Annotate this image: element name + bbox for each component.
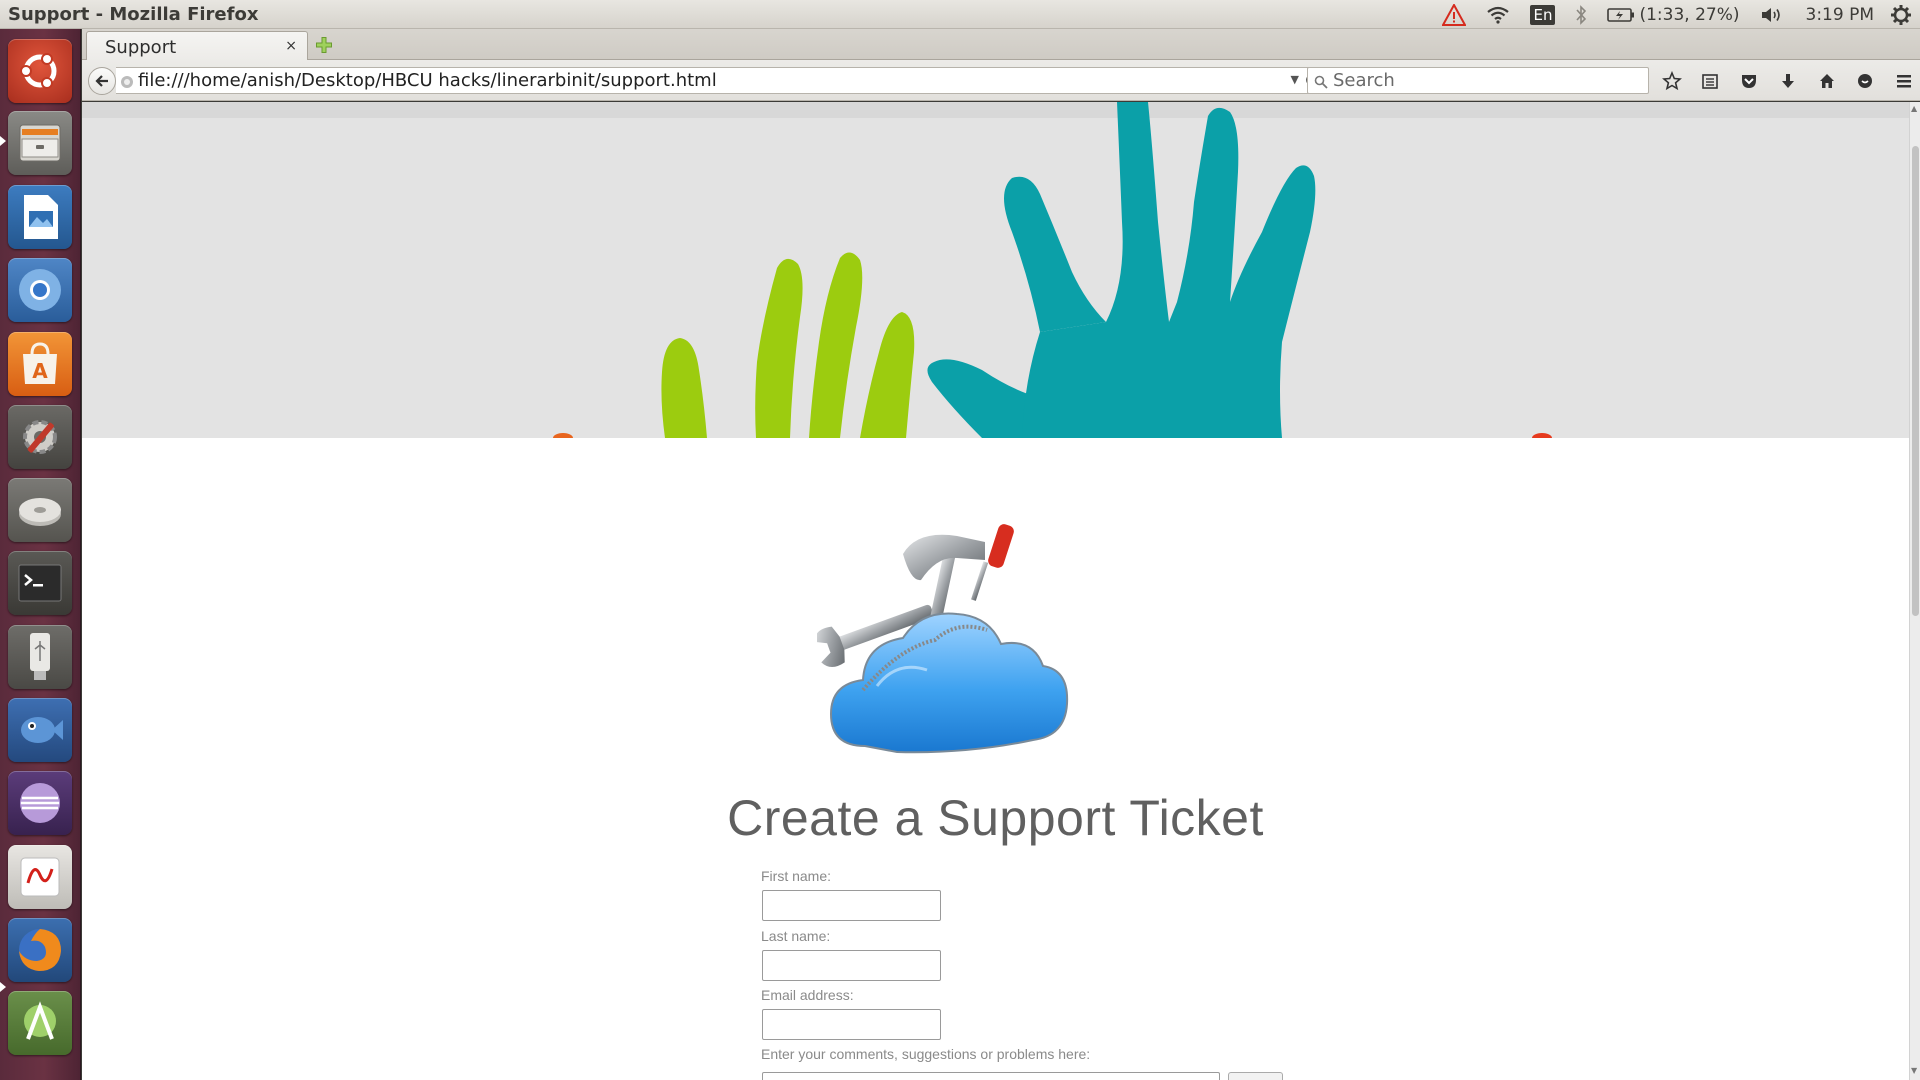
page-title: Create a Support Ticket [727, 790, 1264, 846]
launcher-chromium[interactable] [8, 258, 72, 322]
launcher-software-center[interactable]: A [8, 332, 72, 396]
launcher-system-settings[interactable] [8, 405, 72, 469]
launcher-usb-drive[interactable] [8, 625, 72, 689]
battery-text: (1:33, 27%) [1639, 4, 1740, 25]
launcher-libreoffice-impress[interactable] [8, 185, 72, 249]
warning-icon[interactable] [1432, 0, 1476, 29]
shopping-bag-icon: A [23, 342, 57, 384]
last-name-input[interactable] [762, 950, 941, 981]
indicator-area: En (1:33, 27%) 3:19 PM [1432, 0, 1920, 29]
launcher-eclipse[interactable] [8, 771, 72, 835]
url-text[interactable]: file:///home/anish/Desktop/HBCU hacks/li… [138, 70, 717, 91]
first-name-input[interactable] [762, 890, 941, 921]
launcher-ubuntu-dash[interactable] [8, 39, 72, 103]
tab-label: Support [105, 37, 177, 58]
hard-disk-icon [19, 498, 61, 526]
comments-label: Enter your comments, suggestions or prob… [761, 1046, 1091, 1062]
comments-textarea[interactable] [762, 1072, 1220, 1080]
launcher-disk[interactable] [8, 478, 72, 542]
first-name-label: First name: [761, 868, 832, 884]
launcher-empathy[interactable] [8, 698, 72, 762]
launcher: A [0, 29, 81, 1080]
volume-icon[interactable] [1750, 0, 1794, 29]
bluetooth-icon[interactable] [1565, 0, 1597, 29]
back-arrow-icon [95, 75, 108, 87]
launcher-adobe-reader[interactable] [8, 845, 72, 909]
scrollbar-thumb[interactable] [1912, 146, 1919, 616]
home-icon[interactable] [1815, 69, 1839, 93]
wifi-icon[interactable] [1476, 0, 1520, 29]
url-bar[interactable]: file:///home/anish/Desktop/HBCU hacks/li… [116, 67, 1328, 94]
hero-banner [82, 102, 1909, 438]
launcher-firefox[interactable] [8, 918, 72, 982]
ubuntu-logo-icon [20, 53, 57, 89]
android-studio-icon [24, 1001, 56, 1040]
tab-bar: Support × [82, 29, 1920, 61]
search-placeholder: Search [1333, 70, 1395, 91]
launcher-files[interactable] [8, 111, 72, 175]
launcher-terminal[interactable] [8, 551, 72, 615]
email-input[interactable] [762, 1009, 941, 1040]
navigation-bar: file:///home/anish/Desktop/HBCU hacks/li… [82, 60, 1920, 101]
keyboard-language-indicator[interactable]: En [1520, 0, 1565, 29]
pdf-reader-icon [20, 857, 60, 897]
settings-wrench-icon [23, 420, 57, 454]
window-title: Support - Mozilla Firefox [8, 4, 259, 25]
hamburger-menu-icon[interactable] [1892, 69, 1916, 93]
search-bar[interactable]: Search [1307, 67, 1649, 94]
url-history-dropdown-icon[interactable]: ▼ [1291, 73, 1299, 86]
last-name-label: Last name: [761, 928, 831, 944]
firefox-icon [19, 929, 61, 971]
tab-support[interactable]: Support × [86, 31, 308, 61]
svg-text:A: A [32, 359, 48, 383]
chat-icon[interactable] [1853, 69, 1877, 93]
email-label: Email address: [761, 987, 854, 1003]
scroll-up-icon[interactable]: ▲ [1911, 104, 1917, 113]
fish-icon [21, 717, 63, 743]
search-icon [1314, 74, 1328, 93]
bookmark-star-icon[interactable] [1660, 69, 1684, 93]
clock[interactable]: 3:19 PM [1794, 0, 1887, 29]
bookmarks-list-icon[interactable] [1698, 69, 1722, 93]
downloads-icon[interactable] [1776, 69, 1800, 93]
file-cabinet-icon [19, 124, 61, 162]
scroll-down-icon[interactable]: ▼ [1911, 1066, 1917, 1075]
chromium-icon [19, 269, 61, 311]
terminal-icon [18, 564, 62, 602]
gear-icon[interactable] [1886, 0, 1920, 29]
submit-button[interactable] [1228, 1072, 1283, 1080]
support-cloud-tools-logo [817, 524, 1069, 754]
tab-close-icon[interactable]: × [285, 38, 297, 54]
new-tab-icon[interactable] [314, 35, 334, 55]
impress-document-icon [24, 195, 58, 239]
hands-illustration [553, 102, 1552, 438]
battery-icon [1607, 7, 1635, 22]
globe-icon [120, 74, 134, 93]
page-content: Create a Support Ticket First name: Last… [82, 102, 1909, 1080]
page-scrollbar[interactable]: ▲ ▼ [1909, 102, 1920, 1080]
back-button[interactable] [88, 67, 116, 95]
top-panel: Support - Mozilla Firefox En (1:33, 27%)… [0, 0, 1920, 29]
launcher-android-studio[interactable] [8, 991, 72, 1055]
eclipse-icon [20, 783, 60, 823]
usb-drive-icon [30, 633, 50, 680]
pocket-icon[interactable] [1737, 69, 1761, 93]
battery-indicator[interactable]: (1:33, 27%) [1597, 0, 1749, 29]
